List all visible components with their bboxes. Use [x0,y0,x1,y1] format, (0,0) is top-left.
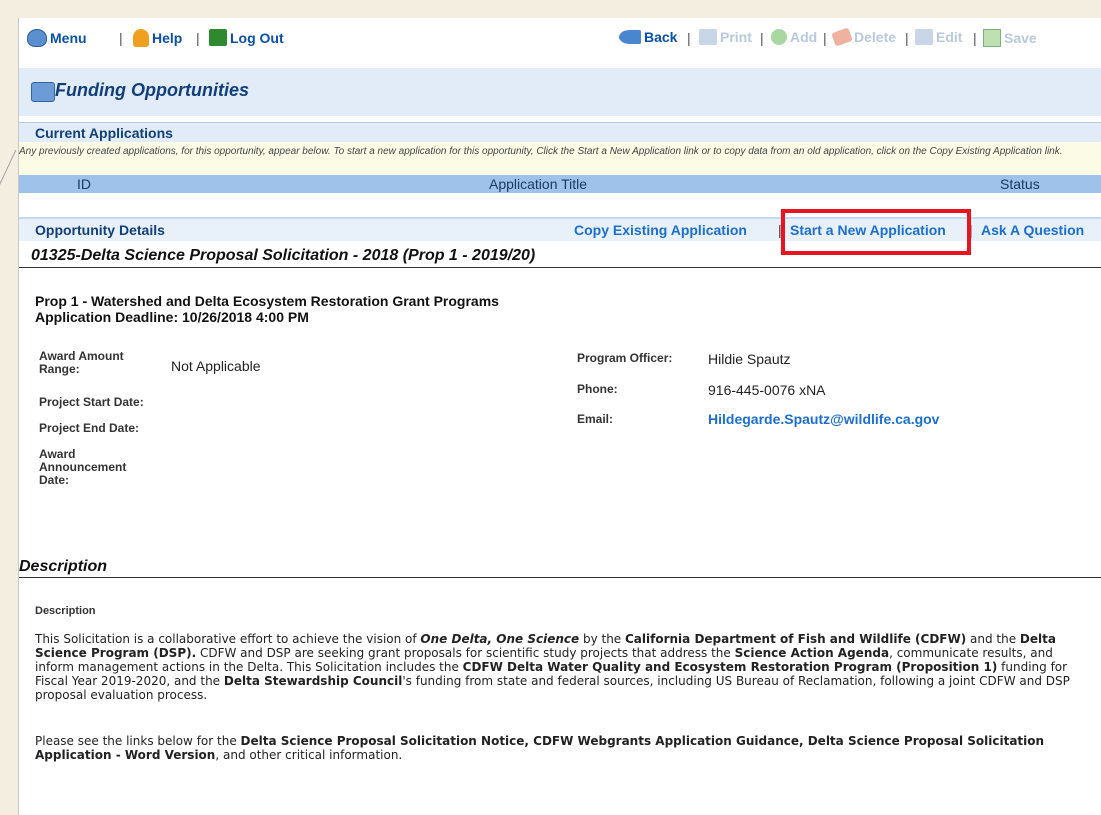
copy-existing-application-link[interactable]: Copy Existing Application [574,222,747,238]
text-run: This Solicitation is a collaborative eff… [35,632,421,646]
page-header: Funding Opportunities [19,68,1101,116]
text-run: Delta Stewardship Council [223,674,403,688]
top-toolbar: Menu | Help | Log Out Back | Print | Add… [19,18,1101,58]
description-paragraph-2: Please see the links below for the Delta… [35,734,1095,762]
edit-button[interactable]: Edit [915,29,962,45]
back-label: Back [644,29,678,45]
toolbar-separator: | [905,30,909,46]
phone-label: Phone: [577,382,618,396]
logout-button[interactable]: Log Out [209,29,284,46]
description-divider [19,577,1101,578]
email-link[interactable]: Hildegarde.Spautz@wildlife.ca.gov [708,411,939,427]
email-label: Email: [577,412,614,426]
funding-opportunities-icon [31,82,55,102]
solicitation-title: 01325-Delta Science Proposal Solicitatio… [31,247,536,264]
award-amount-value: Not Applicable [171,358,261,374]
description-heading: Description [19,558,108,575]
help-label: Help [152,30,183,46]
add-label: Add [790,29,818,45]
phone-value: 916-445-0076 xNA [708,382,826,398]
current-applications-title: Current Applications [35,125,173,141]
edit-label: Edit [936,29,963,45]
back-button[interactable]: Back [619,29,677,45]
text-run: and the [966,632,1020,646]
current-applications-header: Current Applications [19,122,1101,143]
toolbar-separator: | [973,30,977,46]
program-officer-value: Hildie Spautz [708,351,791,367]
save-label: Save [1004,30,1037,46]
application-deadline: Application Deadline: 10/26/2018 4:00 PM [35,309,309,325]
menu-label: Menu [50,30,87,46]
text-run: Please see the links below for the [35,734,241,748]
red-highlight-box [781,209,971,255]
page-title: Funding Opportunities [55,80,249,100]
save-icon [983,29,1001,47]
logout-label: Log Out [230,29,284,46]
description-paragraph-1: This Solicitation is a collaborative eff… [35,632,1095,702]
title-divider [19,267,1101,268]
save-button[interactable]: Save [983,29,1037,47]
logout-icon [209,29,227,46]
toolbar-separator: | [119,30,123,46]
text-run: , and other critical information. [215,748,403,762]
text-run: One Delta, One Science [420,632,580,646]
toolbar-separator: | [196,30,200,46]
program-name: Prop 1 - Watershed and Delta Ecosystem R… [35,293,499,309]
opportunity-details-label: Opportunity Details [35,222,165,238]
help-button[interactable]: Help [133,29,182,47]
toolbar-separator: | [687,30,691,46]
back-arrow-icon [619,30,641,44]
delete-icon [831,27,853,47]
current-applications-table-header: ID Application Title Status [19,175,1101,193]
award-amount-label: Award Amount Range: [39,349,124,376]
toolbar-separator: | [823,30,827,46]
add-icon [771,29,787,45]
print-button[interactable]: Print [699,29,752,45]
help-icon [133,29,149,47]
menu-icon [27,29,47,47]
text-run: California Department of Fish and Wildli… [625,632,967,646]
print-label: Print [720,29,752,45]
webgrants-page: Menu | Help | Log Out Back | Print | Add… [18,18,1101,815]
text-run: CDFW and DSP are seeking grant proposals… [196,646,735,660]
text-run: Science Action Agenda [734,646,890,660]
award-announcement-date-label: Award Announcement Date: [39,447,127,487]
toolbar-separator: | [760,30,764,46]
text-run: by the [579,632,625,646]
program-officer-label: Program Officer: [577,351,673,365]
ask-a-question-link[interactable]: Ask A Question [981,222,1084,238]
project-end-date-label: Project End Date: [39,421,140,435]
delete-label: Delete [854,29,897,45]
column-header-status[interactable]: Status [1000,176,1040,192]
description-subheading: Description [35,605,96,617]
text-run: CDFW Delta Water Quality and Ecosystem R… [462,660,998,674]
printer-icon [699,29,717,45]
delete-button[interactable]: Delete [831,27,897,47]
column-header-id[interactable]: ID [77,176,91,192]
menu-button[interactable]: Menu [27,29,87,47]
edit-icon [915,29,933,45]
project-start-date-label: Project Start Date: [39,395,144,409]
add-button[interactable]: Add [771,29,817,45]
column-header-application-title[interactable]: Application Title [489,176,587,192]
current-applications-note: Any previously created applications, for… [19,142,1101,174]
